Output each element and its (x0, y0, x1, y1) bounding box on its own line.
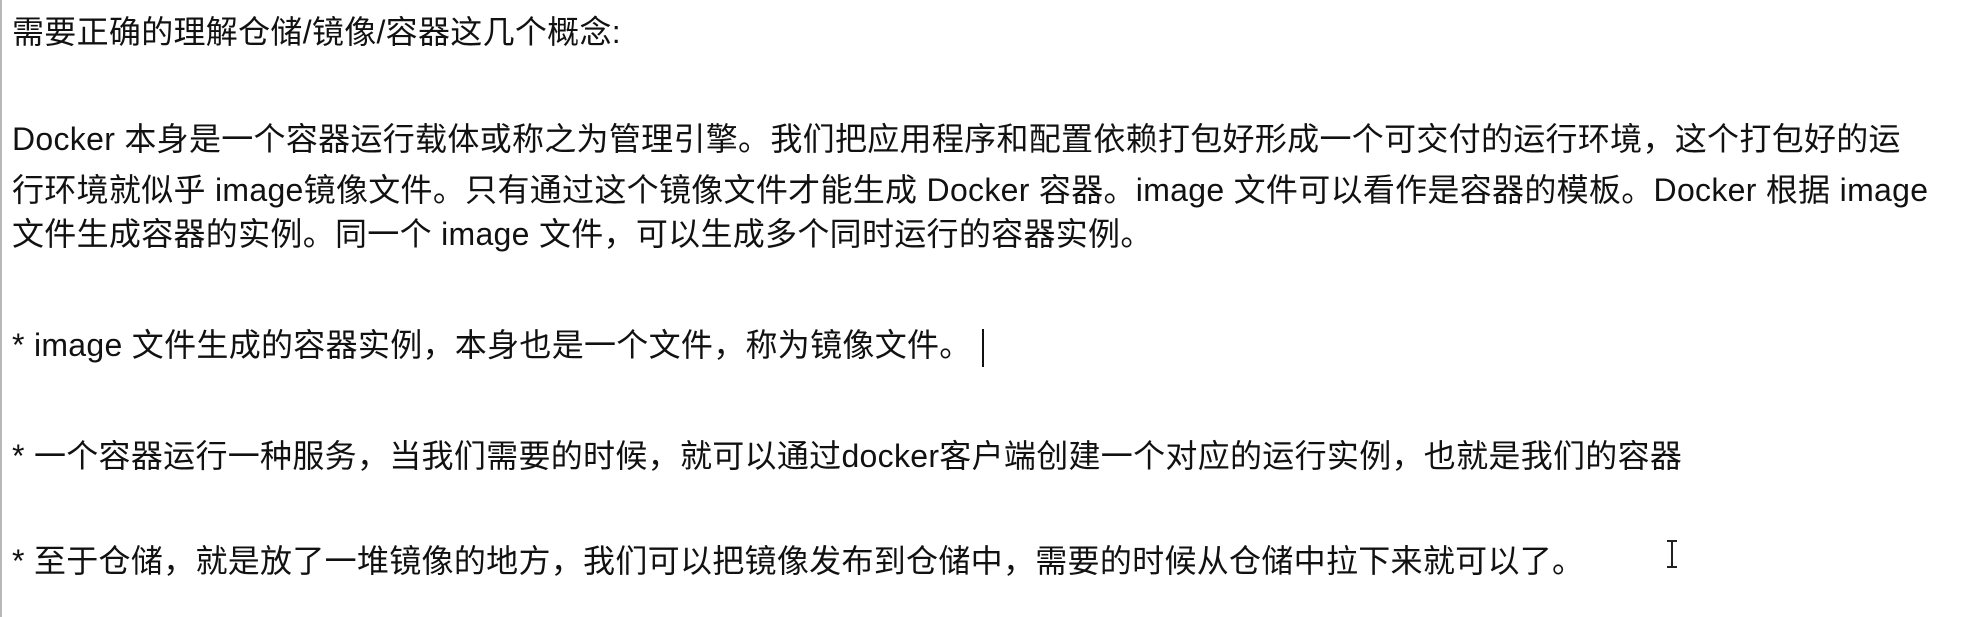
paragraph-line-2: 行环境就似乎 image镜像文件。只有通过这个镜像文件才能生成 Docker 容… (12, 172, 1929, 208)
heading: 需要正确的理解仓储/镜像/容器这几个概念: (12, 14, 621, 50)
text-caret (981, 328, 984, 367)
bullet-item-3: * 至于仓储，就是放了一堆镜像的地方，我们可以把镜像发布到仓储中，需要的时候从仓… (12, 543, 1585, 579)
document-left-border (0, 0, 2, 617)
paragraph-line-3: 文件生成容器的实例。同一个 image 文件，可以生成多个同时运行的容器实例。 (12, 216, 1153, 252)
ibeam-cursor-icon (1666, 540, 1678, 568)
bullet-item-1: * image 文件生成的容器实例，本身也是一个文件，称为镜像文件。 (12, 325, 984, 367)
paragraph-line-1: Docker 本身是一个容器运行载体或称之为管理引擎。我们把应用程序和配置依赖打… (12, 121, 1901, 157)
bullet-item-2: * 一个容器运行一种服务，当我们需要的时候，就可以通过docker客户端创建一个… (12, 438, 1683, 474)
bullet-text: * image 文件生成的容器实例，本身也是一个文件，称为镜像文件。 (12, 327, 972, 363)
